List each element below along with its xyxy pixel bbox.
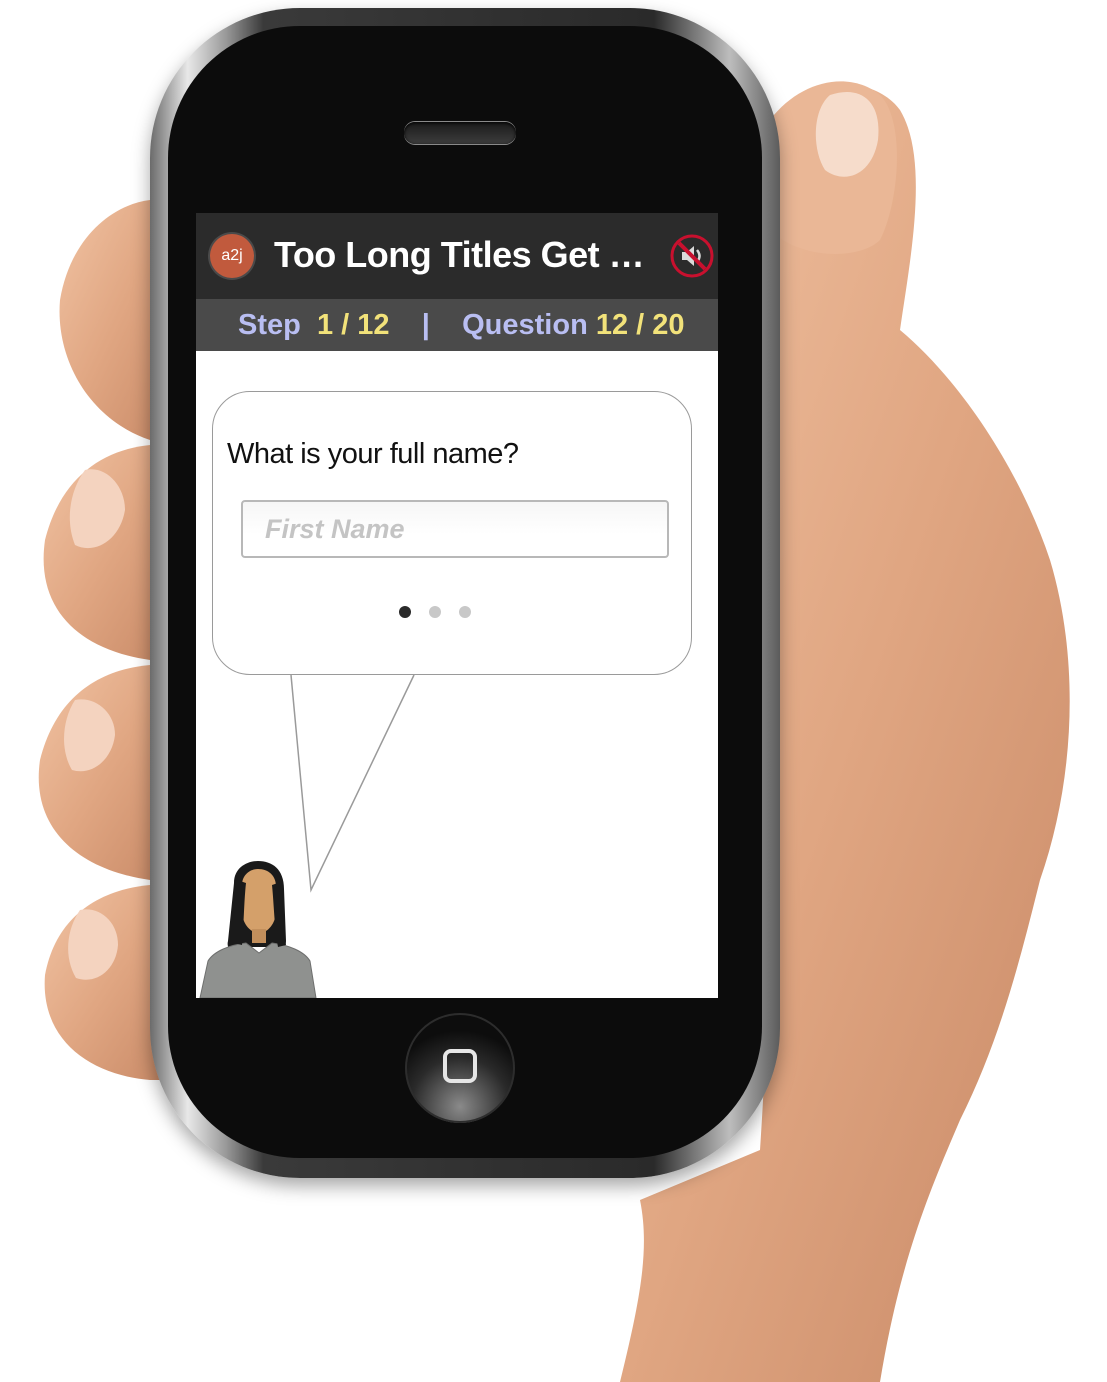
progress-text: Step 1 / 12 | Question 12 / 20 [238, 299, 685, 351]
progress-bar: Step 1 / 12 | Question 12 / 20 [196, 299, 718, 351]
step-label: Step [238, 309, 301, 341]
question-label: Question [462, 309, 588, 341]
step-value: 1 / 12 [316, 309, 390, 341]
progress-separator: | [421, 309, 430, 341]
home-button[interactable] [405, 1013, 515, 1123]
earpiece-speaker [404, 122, 516, 144]
title-bar: a2j Too Long Titles Get Cu... [196, 213, 718, 299]
phone-screen: a2j Too Long Titles Get Cu... Step 1 / 1… [196, 213, 718, 998]
page-indicator [399, 606, 479, 620]
page-dot-2[interactable] [429, 606, 441, 618]
a2j-logo: a2j [210, 234, 254, 278]
speaker-muted-icon [670, 234, 714, 278]
app-title: Too Long Titles Get Cu... [274, 234, 670, 275]
guide-avatar-icon [199, 861, 317, 998]
speech-bubble: What is your full name? [212, 391, 692, 675]
home-square-icon [443, 1049, 477, 1083]
first-name-input[interactable] [241, 500, 669, 558]
page-dot-1[interactable] [399, 606, 411, 618]
question-prompt: What is your full name? [227, 438, 519, 470]
mute-toggle-button[interactable] [670, 234, 714, 278]
question-value: 12 / 20 [595, 309, 685, 341]
page-dot-3[interactable] [459, 606, 471, 618]
